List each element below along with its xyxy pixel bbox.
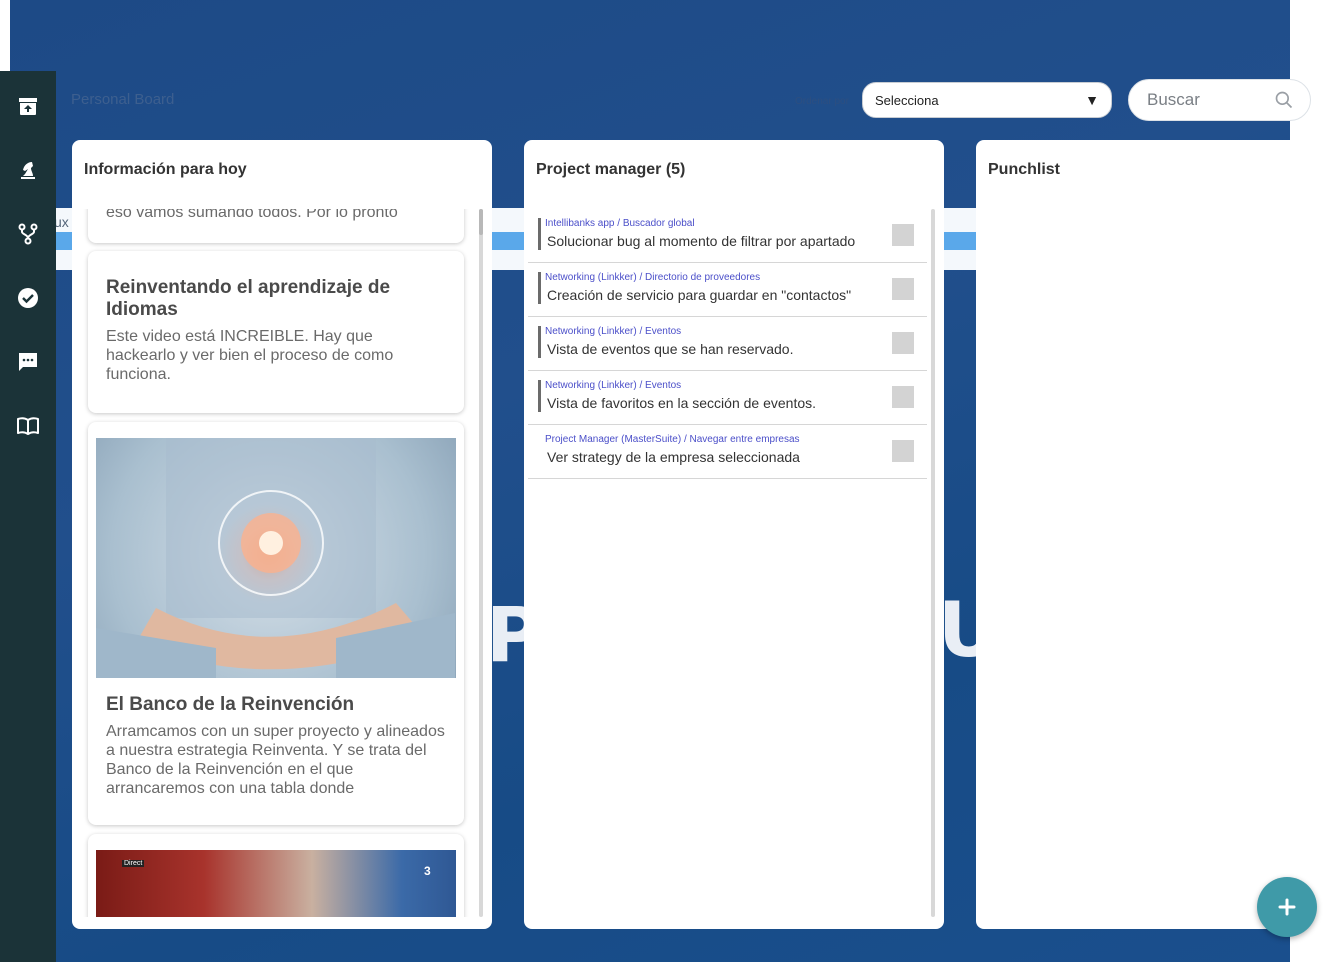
page-title: Personal Board	[71, 91, 175, 108]
task-name: Vista de eventos que se han reservado.	[547, 341, 794, 357]
task-name: Creación de servicio para guardar en "co…	[547, 287, 852, 303]
sidebar-item-strategy[interactable]	[14, 156, 42, 184]
task-name: Vista de favoritos en la sección de even…	[547, 395, 817, 411]
chess-knight-icon	[21, 162, 35, 179]
task-row[interactable]: Intellibanks app / Buscador global Soluc…	[528, 209, 927, 263]
image-number: 3	[424, 864, 431, 878]
feed-card-image	[96, 438, 456, 678]
task-breadcrumb[interactable]: Project Manager (MasterSuite) / Navegar …	[545, 434, 800, 445]
check-circle-icon	[18, 288, 38, 308]
feed-card-image: Direct 3	[96, 850, 456, 917]
archive-icon	[19, 98, 37, 115]
task-row[interactable]: Networking (Linkker) / Eventos Vista de …	[528, 371, 927, 425]
column-punchlist: Punchlist	[976, 140, 1344, 929]
feed-card-body: eso vamos sumando todos. Por lo pronto	[106, 209, 398, 221]
task-checkbox[interactable]	[892, 224, 914, 246]
plus-icon	[1278, 898, 1296, 916]
task-checkbox[interactable]	[892, 278, 914, 300]
task-marker	[538, 218, 541, 250]
column-info: Información para hoy eso vamos sumando t…	[72, 140, 492, 929]
task-marker	[538, 272, 541, 304]
task-checkbox[interactable]	[892, 386, 914, 408]
fork-icon	[18, 223, 38, 245]
sidebar	[0, 71, 56, 962]
search-box	[1128, 79, 1311, 121]
feed-card[interactable]: Direct 3	[88, 834, 464, 917]
task-marker	[538, 380, 541, 412]
feed-card-title: Reinventando el aprendizaje de Idiomas	[106, 277, 391, 320]
column-pm-title: Project manager (5)	[536, 161, 686, 178]
filter-select-value: Selecciona	[875, 92, 939, 108]
add-button[interactable]	[1257, 877, 1317, 937]
feed-card[interactable]: Reinventando el aprendizaje de Idiomas E…	[88, 251, 464, 413]
chat-icon	[19, 353, 37, 371]
globe-hand-illustration	[96, 438, 455, 678]
scrollbar-thumb[interactable]	[479, 209, 483, 235]
info-scrollbar[interactable]	[479, 209, 483, 917]
task-breadcrumb[interactable]: Networking (Linkker) / Directorio de pro…	[545, 272, 760, 283]
book-icon	[17, 417, 39, 435]
column-punchlist-title: Punchlist	[988, 161, 1061, 178]
filter-select[interactable]: Selecciona ▼	[862, 82, 1112, 118]
task-marker	[538, 326, 541, 358]
task-breadcrumb[interactable]: Networking (Linkker) / Eventos	[545, 326, 681, 337]
filter-label: Ordenar por	[795, 96, 849, 107]
feed-card-body: Este video está INCREIBLE. Hay que hacke…	[106, 328, 394, 383]
sidebar-item-book[interactable]	[14, 412, 42, 440]
background-ghost-text: ux	[54, 214, 69, 230]
feed-card[interactable]: El Banco de la Reinvención Arramcamos co…	[88, 422, 464, 825]
sidebar-item-flows[interactable]	[14, 220, 42, 248]
task-breadcrumb[interactable]: Networking (Linkker) / Eventos	[545, 380, 681, 391]
info-feed[interactable]: eso vamos sumando todos. Por lo pronto R…	[72, 209, 492, 917]
chevron-down-icon: ▼	[1085, 92, 1099, 108]
task-row[interactable]: Project Manager (MasterSuite) / Navegar …	[528, 425, 927, 479]
search-icon[interactable]	[1274, 90, 1294, 110]
pm-scrollbar[interactable]	[931, 209, 935, 917]
task-row[interactable]: Networking (Linkker) / Directorio de pro…	[528, 263, 927, 317]
task-name: Ver strategy de la empresa seleccionada	[547, 449, 800, 465]
task-checkbox[interactable]	[892, 332, 914, 354]
feed-card-title: El Banco de la Reinvención	[106, 694, 355, 715]
column-info-title: Información para hoy	[84, 161, 247, 178]
task-name: Solucionar bug al momento de filtrar por…	[547, 233, 856, 249]
feed-card[interactable]: eso vamos sumando todos. Por lo pronto	[88, 209, 464, 243]
sidebar-item-tasks[interactable]	[14, 284, 42, 312]
task-row[interactable]: Networking (Linkker) / Eventos Vista de …	[528, 317, 927, 371]
column-project-manager: Project manager (5) Intellibanks app / B…	[524, 140, 944, 929]
sidebar-item-archive[interactable]	[14, 92, 42, 120]
task-breadcrumb[interactable]: Intellibanks app / Buscador global	[545, 218, 695, 229]
sidebar-item-chat[interactable]	[14, 348, 42, 376]
search-input[interactable]	[1147, 90, 1274, 110]
task-checkbox[interactable]	[892, 440, 914, 462]
feed-card-body: Arramcamos con un super proyecto y aline…	[106, 723, 445, 797]
image-badge: Direct	[122, 860, 145, 867]
